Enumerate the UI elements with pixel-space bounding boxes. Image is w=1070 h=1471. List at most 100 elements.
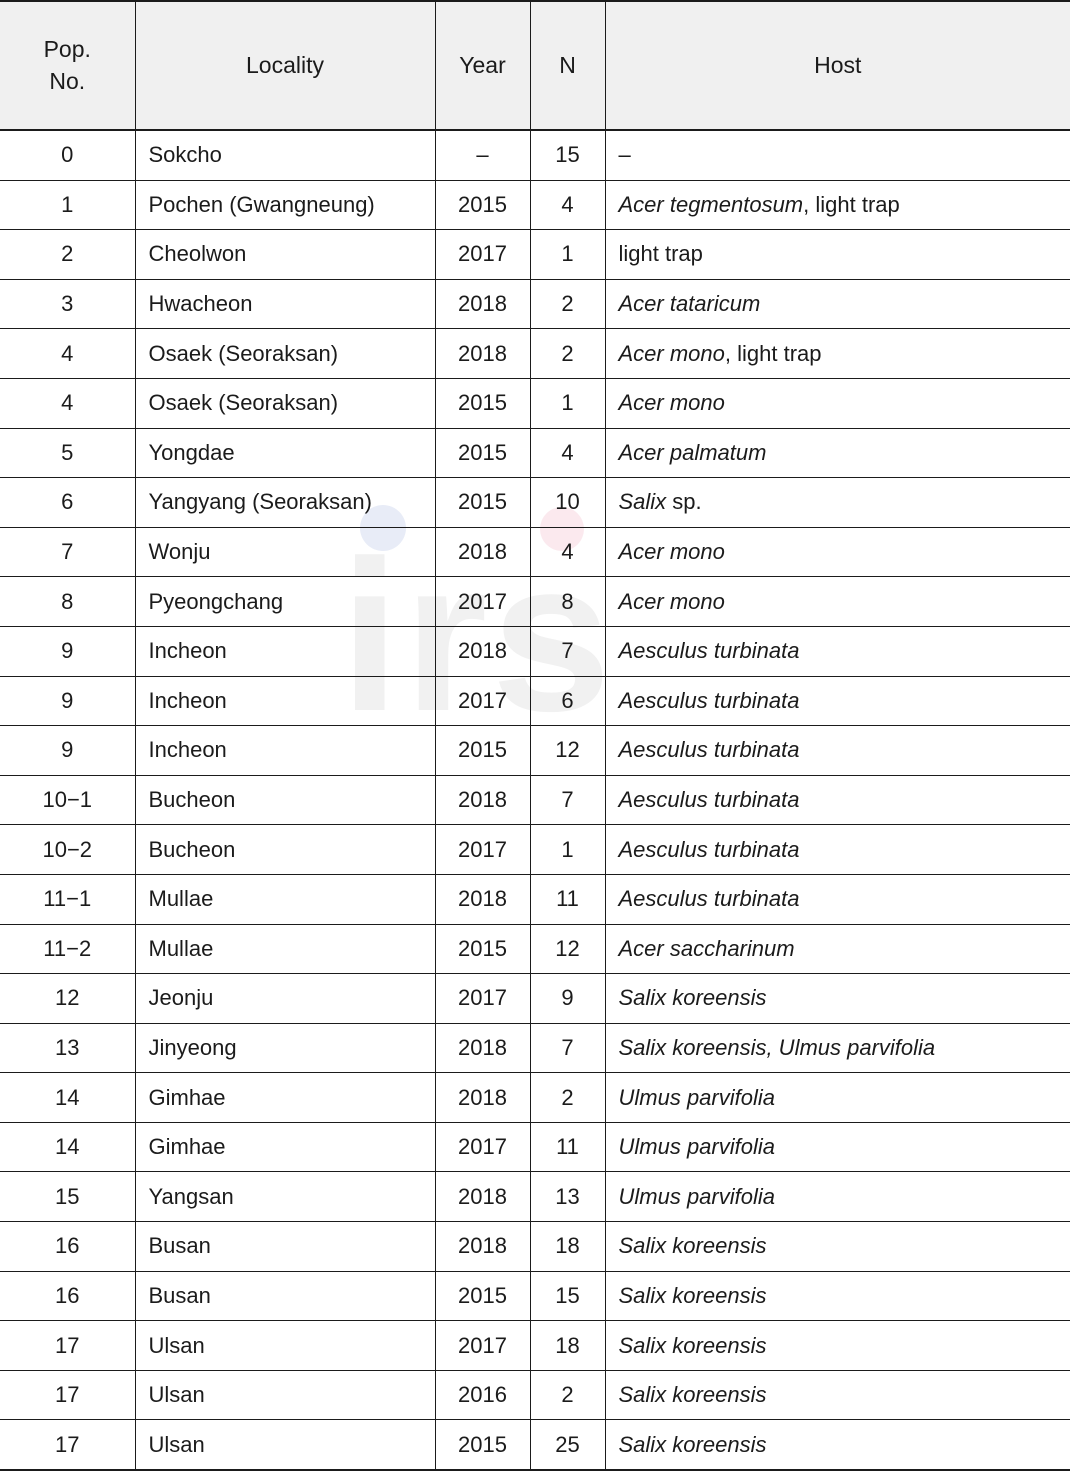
cell-host: Acer tataricum [604, 279, 1070, 330]
cell-year: 2015 [434, 378, 530, 429]
cell-pop-no: 10−2 [0, 824, 135, 875]
cell-n: 12 [529, 924, 605, 975]
cell-host: Aesculus turbinata [604, 725, 1070, 776]
cell-year: 2018 [434, 874, 530, 925]
cell-pop-no: 9 [0, 725, 135, 776]
cell-year: 2017 [434, 973, 530, 1024]
table-row: 12 Jeonju 2017 9 Salix koreensis [0, 973, 1070, 1024]
cell-host: Salix koreensis [604, 1419, 1070, 1471]
cell-host: Acer tegmentosum, light trap [604, 180, 1070, 231]
cell-host: Aesculus turbinata [604, 775, 1070, 826]
table-row: 9 Incheon 2015 12 Aesculus turbinata [0, 725, 1070, 776]
cell-host: Acer saccharinum [604, 924, 1070, 975]
cell-host: Salix koreensis [604, 1320, 1070, 1371]
host-plain-text: , light trap [724, 340, 822, 366]
cell-n: 11 [529, 1122, 605, 1173]
table-row: 1 Pochen (Gwangneung) 2015 4 Acer tegmentosu… [0, 180, 1070, 231]
cell-pop-no: 7 [0, 527, 135, 578]
cell-n: 18 [529, 1221, 605, 1272]
host-species-name: Acer mono [618, 588, 725, 614]
cell-year: 2018 [434, 775, 530, 826]
host-species-name: Acer tataricum [618, 291, 761, 317]
cell-locality: Jeonju [134, 973, 435, 1024]
host-species-name: Salix koreensis [618, 1233, 767, 1259]
host-species-name: Ulmus parvifolia [618, 1183, 776, 1209]
cell-pop-no: 17 [0, 1370, 135, 1421]
cell-n: 8 [529, 576, 605, 627]
cell-pop-no: 17 [0, 1320, 135, 1371]
host-species-name: Aesculus turbinata [618, 687, 800, 713]
cell-year: 2018 [434, 626, 530, 677]
cell-host: Salix sp. [604, 477, 1070, 528]
cell-pop-no: 11−1 [0, 874, 135, 925]
cell-n: 1 [529, 229, 605, 280]
cell-locality: Cheolwon [134, 229, 435, 280]
cell-n: 11 [529, 874, 605, 925]
cell-host: Aesculus turbinata [604, 676, 1070, 727]
cell-n: 7 [529, 626, 605, 677]
cell-n: 4 [529, 527, 605, 578]
cell-host: Acer mono [604, 527, 1070, 578]
cell-pop-no: 12 [0, 973, 135, 1024]
host-species-name: Aesculus turbinata [618, 638, 800, 664]
cell-n: 2 [529, 279, 605, 330]
table-row: 17 Ulsan 2017 18 Salix koreensis [0, 1320, 1070, 1371]
table-row: 8 Pyeongchang 2017 8 Acer mono [0, 576, 1070, 627]
cell-pop-no: 4 [0, 378, 135, 429]
host-species-name: Acer mono [618, 539, 725, 565]
cell-year: 2015 [434, 1419, 530, 1471]
column-header-pop-no: Pop. No. [0, 0, 135, 131]
cell-year: 2016 [434, 1370, 530, 1421]
table-row: 4 Osaek (Seoraksan) 2018 2 Acer mono, light … [0, 328, 1070, 379]
cell-locality: Busan [134, 1271, 435, 1322]
cell-host: Salix koreensis [604, 1221, 1070, 1272]
cell-locality: Osaek (Seoraksan) [134, 328, 435, 379]
cell-n: 4 [529, 428, 605, 479]
host-plain-text: light trap [618, 241, 703, 267]
table-row: 13 Jinyeong 2018 7 Salix koreensis, Ulmus pa… [0, 1023, 1070, 1074]
cell-n: 7 [529, 1023, 605, 1074]
table-row: 16 Busan 2015 15 Salix koreensis [0, 1271, 1070, 1322]
cell-n: 7 [529, 775, 605, 826]
host-species-name: Aesculus turbinata [618, 737, 800, 763]
cell-year: 2018 [434, 279, 530, 330]
cell-pop-no: 17 [0, 1419, 135, 1471]
table-row: 14 Gimhae 2018 2 Ulmus parvifolia [0, 1072, 1070, 1123]
cell-locality: Bucheon [134, 824, 435, 875]
cell-n: 25 [529, 1419, 605, 1471]
cell-year: 2017 [434, 576, 530, 627]
cell-pop-no: 0 [0, 130, 135, 181]
cell-locality: Bucheon [134, 775, 435, 826]
column-header-n: N [529, 0, 605, 131]
cell-year: 2018 [434, 1221, 530, 1272]
cell-locality: Yangsan [134, 1171, 435, 1223]
cell-year: 2015 [434, 1271, 530, 1322]
host-species-name: Salix koreensis [618, 1282, 767, 1308]
cell-locality: Incheon [134, 725, 435, 776]
cell-pop-no: 16 [0, 1271, 135, 1322]
table-header: Pop. No. Locality Year N Host [0, 0, 1070, 131]
host-species-name: Acer tegmentosum [618, 191, 804, 217]
cell-host: Aesculus turbinata [604, 824, 1070, 875]
table-row: 16 Busan 2018 18 Salix koreensis [0, 1221, 1070, 1272]
host-species-name: Salix koreensis [618, 1431, 767, 1457]
cell-locality: Jinyeong [134, 1023, 435, 1074]
cell-pop-no: 13 [0, 1023, 135, 1074]
column-header-pop-no-line2: No. [49, 67, 86, 94]
cell-host: – [604, 130, 1070, 181]
cell-n: 4 [529, 180, 605, 231]
cell-n: 15 [529, 1271, 605, 1322]
host-species-name: Aesculus turbinata [618, 787, 800, 813]
table-body: 0 Sokcho –15–1 Pochen (Gwangneung) 2015 4 Acer… [0, 130, 1070, 1471]
cell-year: 2018 [434, 527, 530, 578]
table-row: 17 Ulsan 2016 2 Salix koreensis [0, 1370, 1070, 1421]
host-species-name: Aesculus turbinata [618, 836, 800, 862]
cell-locality: Ulsan [134, 1370, 435, 1421]
table-row: 17 Ulsan 2015 25 Salix koreensis [0, 1419, 1070, 1471]
cell-locality: Yongdae [134, 428, 435, 479]
population-sampling-table: Pop. No. Locality Year N Host 0 Sokcho –15… [0, 0, 1070, 1471]
cell-n: 1 [529, 824, 605, 875]
column-header-pop-no-line1: Pop. [43, 36, 91, 63]
table-container: Pop. No. Locality Year N Host 0 Sokcho –15… [0, 0, 1070, 1471]
host-species-name: Acer mono [618, 340, 725, 366]
